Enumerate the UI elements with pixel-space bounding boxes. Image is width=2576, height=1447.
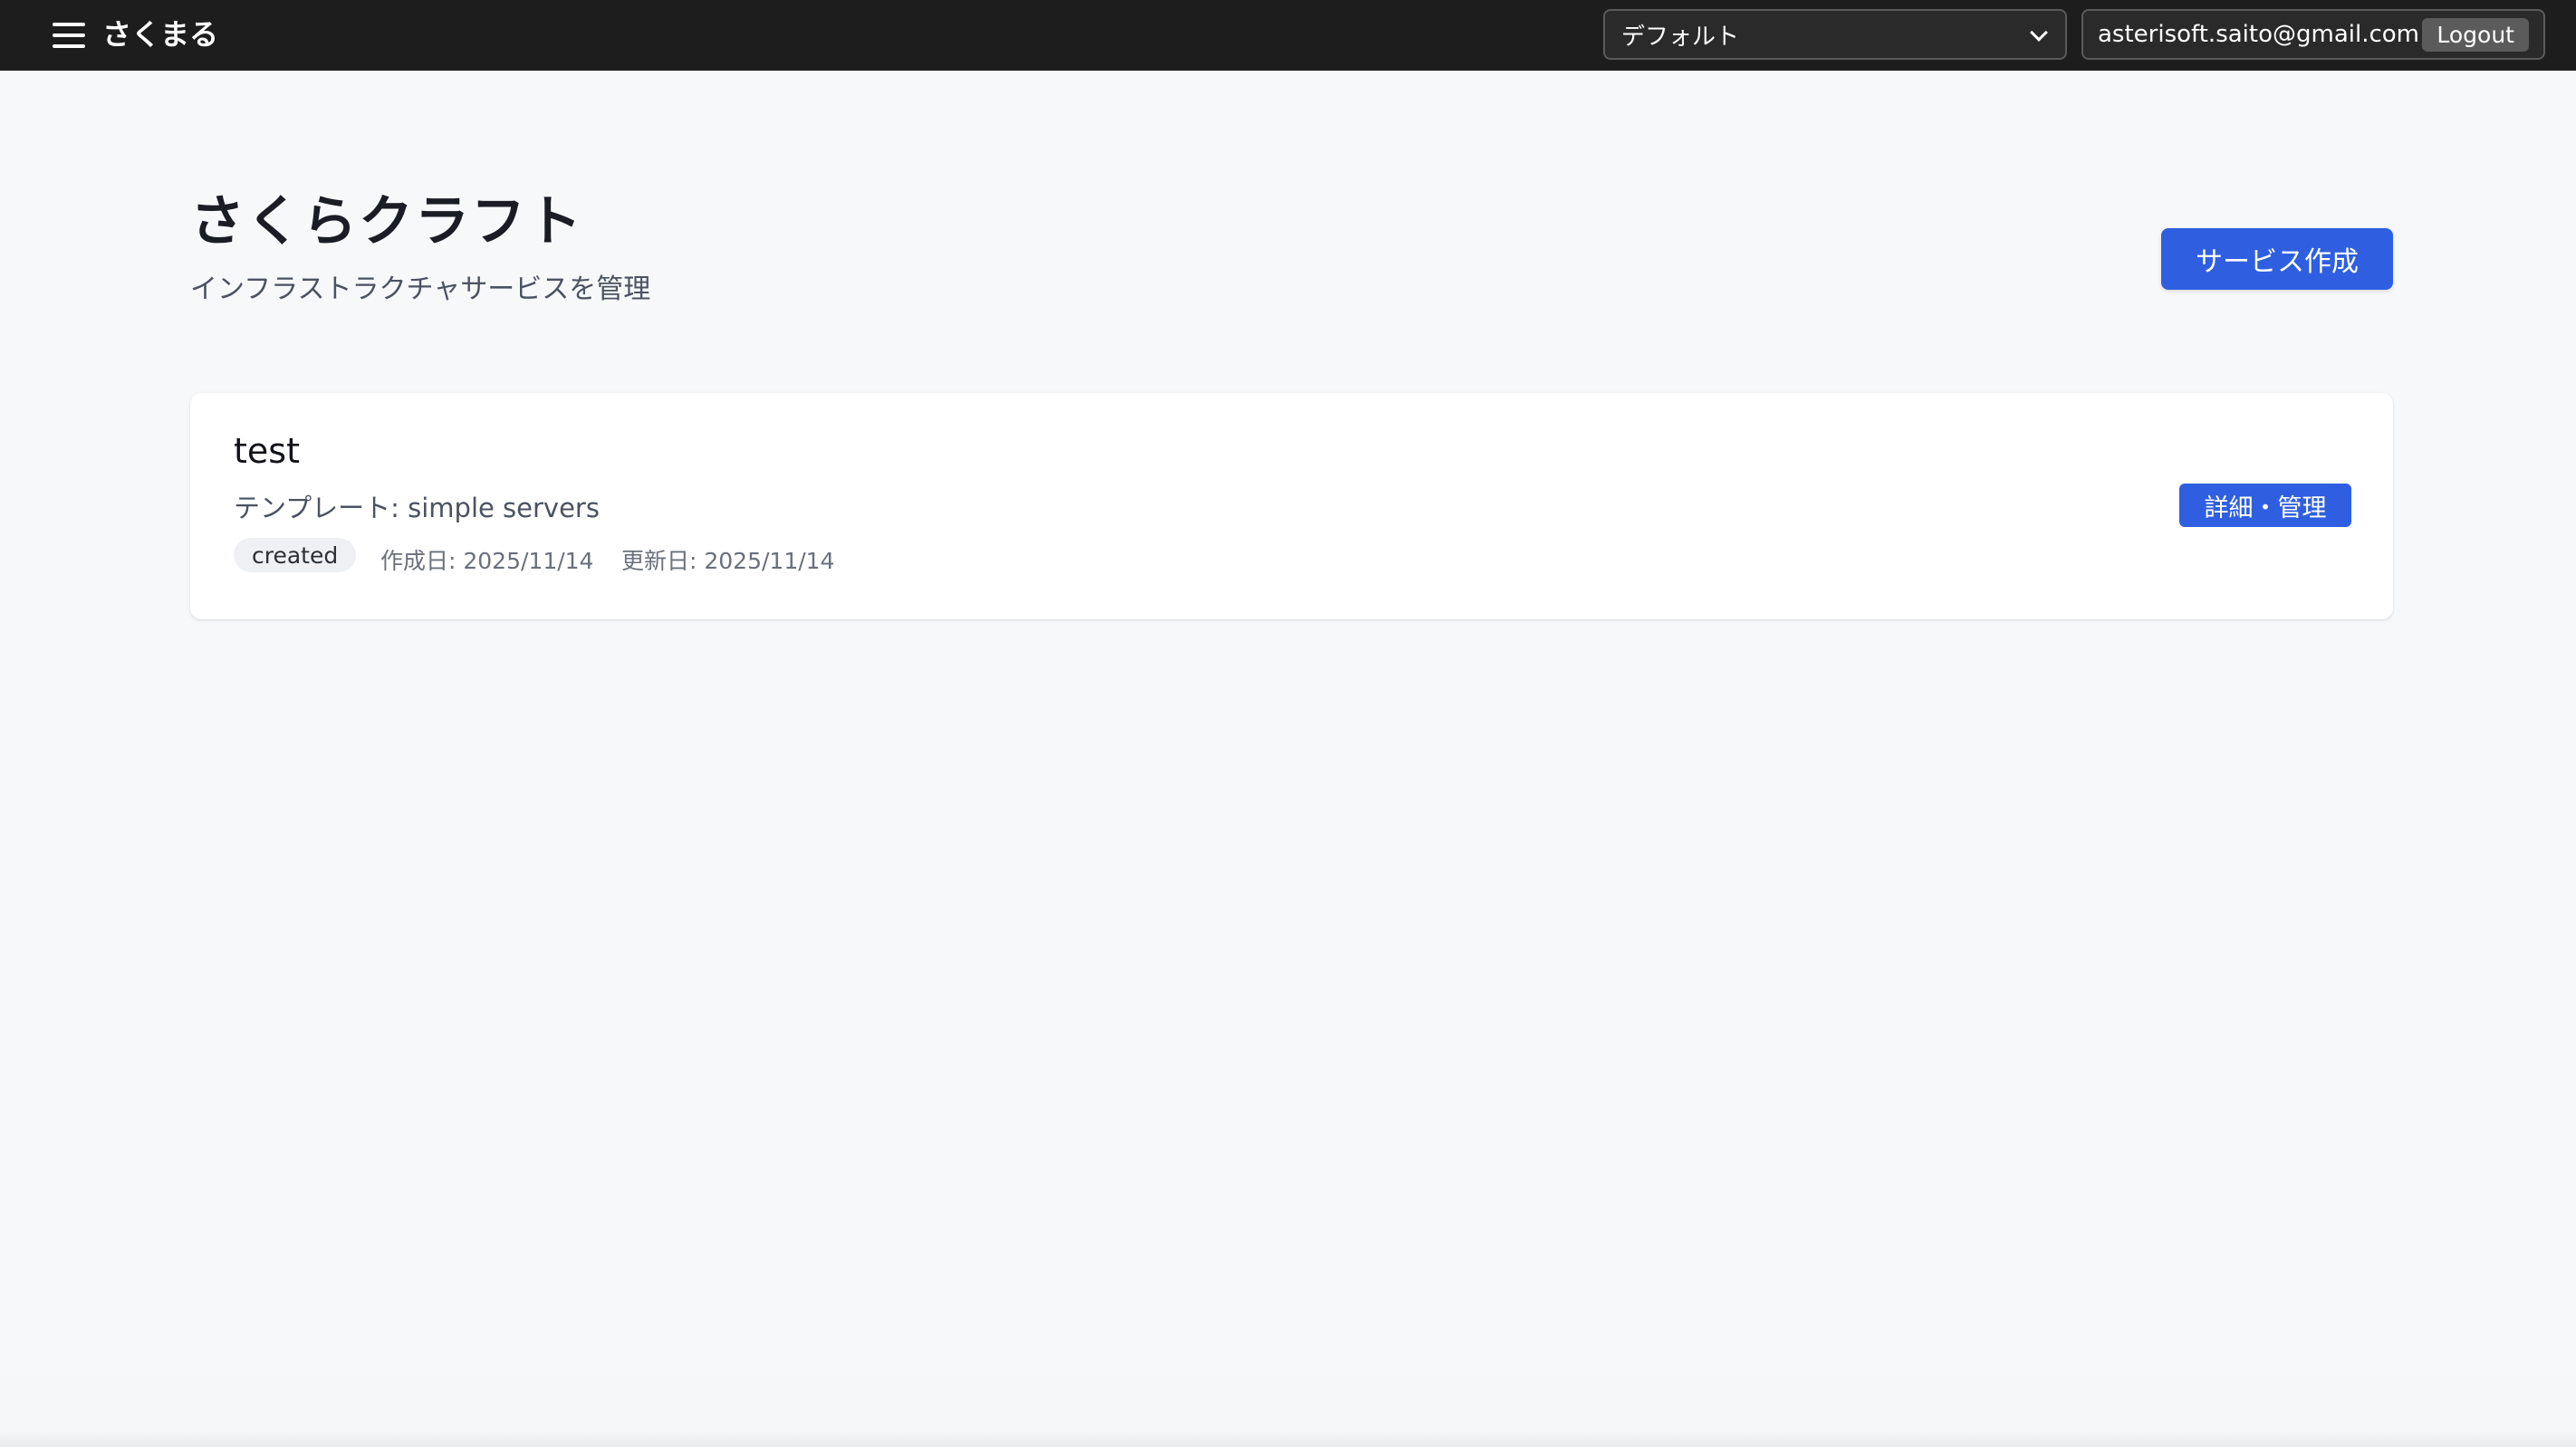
menu-line bbox=[53, 34, 85, 37]
hamburger-menu-icon[interactable] bbox=[51, 21, 87, 50]
created-date: 作成日: 2025/11/14 bbox=[380, 548, 594, 574]
bottom-shadow bbox=[0, 1429, 2576, 1447]
main-content: さくらクラフト インフラストラクチャサービスを管理 サービス作成 test テン… bbox=[0, 71, 2576, 1447]
menu-line bbox=[53, 23, 85, 26]
status-badge: created bbox=[234, 538, 357, 572]
app-brand[interactable]: さくまる bbox=[102, 13, 218, 56]
top-bar: さくまる デフォルト asterisoft.saito@gmail.com Lo… bbox=[0, 0, 2576, 71]
chevron-down-icon bbox=[2030, 24, 2048, 42]
detail-manage-button[interactable]: 詳細・管理 bbox=[2179, 484, 2351, 527]
service-template: テンプレート: simple servers bbox=[234, 493, 600, 523]
user-email: asterisoft.saito@gmail.com bbox=[2098, 21, 2419, 48]
updated-date: 更新日: 2025/11/14 bbox=[621, 548, 835, 574]
page-subtitle: インフラストラクチャサービスを管理 bbox=[190, 273, 651, 305]
page-title: さくらクラフト bbox=[190, 190, 583, 254]
create-service-button[interactable]: サービス作成 bbox=[2161, 228, 2393, 290]
user-box: asterisoft.saito@gmail.com Logout bbox=[2081, 9, 2545, 60]
project-select-value: デフォルト bbox=[1621, 23, 1740, 51]
service-name: test bbox=[234, 431, 300, 471]
logout-button[interactable]: Logout bbox=[2422, 17, 2529, 52]
project-select[interactable]: デフォルト bbox=[1603, 9, 2067, 60]
service-card: test テンプレート: simple servers created 作成日:… bbox=[190, 393, 2393, 619]
menu-line bbox=[53, 44, 85, 48]
